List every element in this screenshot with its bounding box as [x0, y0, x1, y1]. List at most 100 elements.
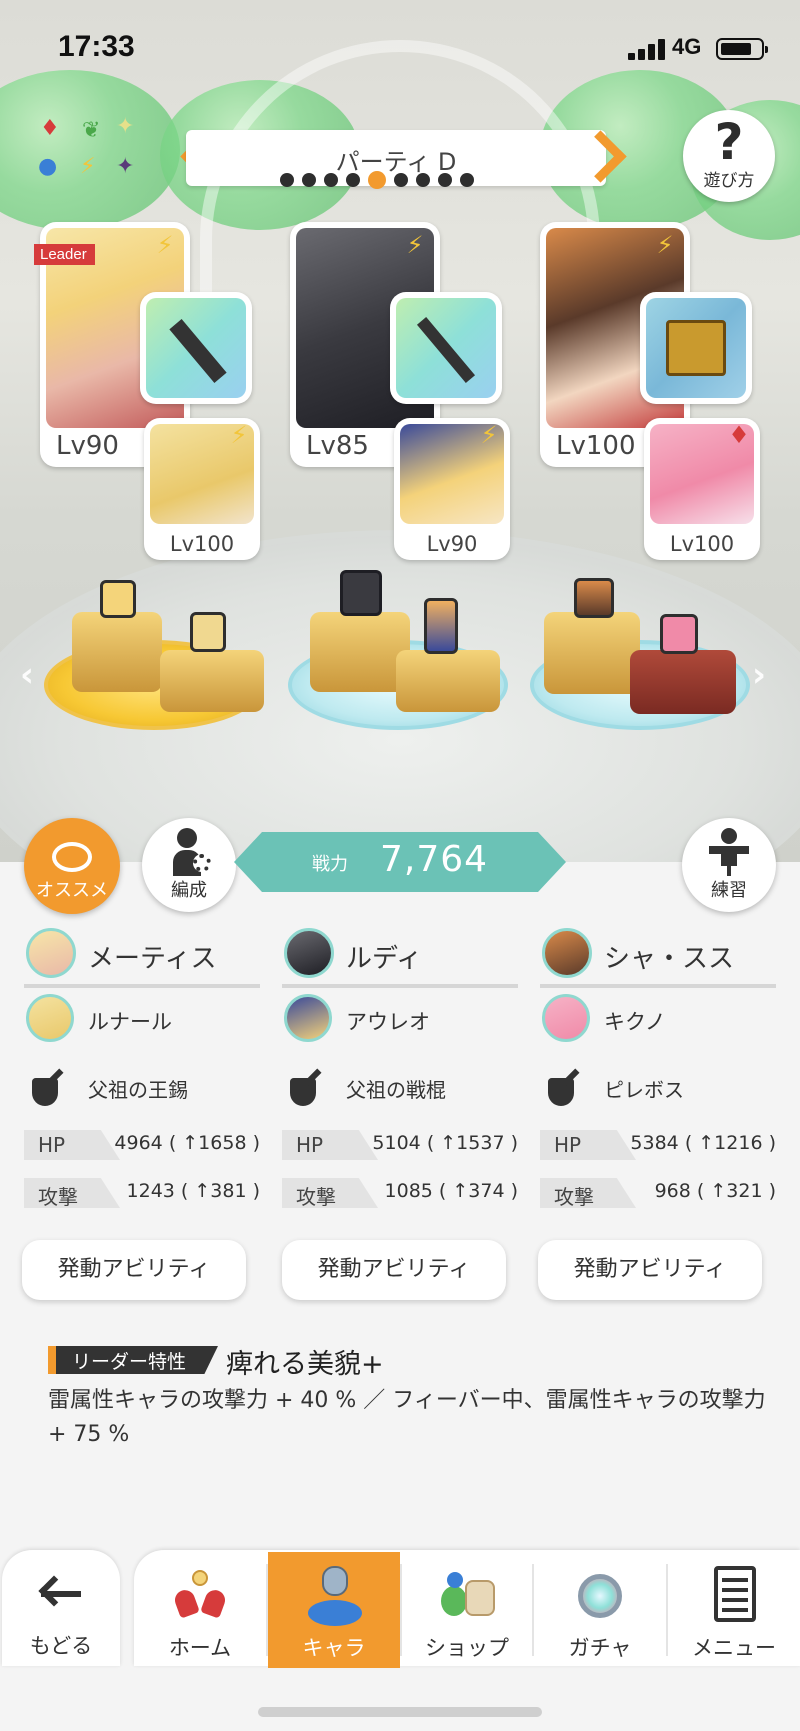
sub-character-portrait[interactable]: ⚡ Lv100	[144, 418, 260, 560]
sub-level: Lv100	[169, 532, 235, 556]
hp-label: HP	[554, 1133, 582, 1157]
divider	[24, 984, 260, 988]
nav-menu[interactable]: メニュー	[668, 1552, 800, 1668]
sub-character-row[interactable]: アウレオ	[282, 990, 518, 1056]
question-icon: ?	[714, 113, 744, 171]
sub-character-portrait[interactable]: ♦ Lv100	[644, 418, 760, 560]
dark-element-icon: ✦	[116, 154, 135, 179]
main-character-row[interactable]: ルディ	[282, 924, 518, 990]
status-time: 17:33	[58, 30, 135, 63]
sub-character-name: ルナール	[88, 1010, 172, 1034]
attack-stat: 攻撃 968 ( ↑321 )	[540, 1170, 776, 1218]
hp-stat: HP 4964 ( ↑1658 )	[24, 1122, 260, 1170]
nav-shop-label: ショップ	[425, 1636, 509, 1660]
page-dot[interactable]	[394, 173, 408, 187]
weapon-slot[interactable]	[140, 292, 252, 404]
attack-value: 1085 ( ↑374 )	[384, 1180, 518, 1202]
avatar	[26, 928, 76, 978]
weapon-name: ピレボス	[604, 1078, 684, 1102]
help-button[interactable]: ? 遊び方	[683, 110, 775, 202]
weapon-slot[interactable]	[640, 292, 752, 404]
avatar	[284, 928, 334, 978]
element-wheel[interactable]: ♦ ❦ ✦ ● ⚡ ✦	[38, 116, 142, 188]
help-label: 遊び方	[703, 171, 755, 191]
page-dot[interactable]	[302, 173, 316, 187]
leader-trait-description: 雷属性キャラの攻撃力 + 40 % ／ フィーバー中、雷属性キャラの攻撃力 + …	[48, 1388, 766, 1447]
lightning-icon: ⚡	[656, 231, 674, 259]
recommend-label: オススメ	[36, 880, 108, 901]
sprite-block	[160, 650, 264, 712]
nav-shop[interactable]: ショップ	[402, 1552, 532, 1668]
character-info-3: シャ・スス キクノ ピレボス HP 5384 ( ↑1216 ) 攻撃 968 …	[540, 924, 776, 1218]
sub-character-row[interactable]: キクノ	[540, 990, 776, 1056]
nav-menu-label: メニュー	[692, 1636, 776, 1660]
fire-element-icon: ♦	[728, 421, 750, 449]
menu-list-icon	[704, 1566, 764, 1630]
character-sprite	[574, 578, 614, 618]
nav-character[interactable]: キャラ	[268, 1552, 400, 1668]
hp-value: 4964 ( ↑1658 )	[114, 1132, 260, 1154]
lightning-icon: ⚡	[156, 231, 174, 259]
character-sprite	[424, 598, 458, 654]
avatar	[26, 994, 74, 1042]
main-character-row[interactable]: シャ・スス	[540, 924, 776, 990]
nav-home[interactable]: ホーム	[134, 1552, 266, 1668]
sprite-block	[396, 650, 500, 712]
weapon-icon	[288, 1066, 330, 1108]
avatar	[284, 994, 332, 1042]
main-level: Lv100	[556, 431, 636, 461]
sprite-block	[72, 612, 162, 692]
main-character-row[interactable]: メーティス	[24, 924, 260, 990]
battery-icon	[716, 38, 768, 60]
mace-icon	[396, 298, 496, 398]
back-button[interactable]: もどる	[2, 1550, 120, 1666]
main-level: Lv90	[56, 431, 119, 461]
page-dot-current[interactable]	[368, 171, 386, 189]
nav-gacha-label: ガチャ	[568, 1636, 632, 1660]
back-label: もどる	[29, 1634, 93, 1658]
recommend-button[interactable]: オススメ	[24, 818, 120, 914]
sub-character-row[interactable]: ルナール	[24, 990, 260, 1056]
weapon-row[interactable]: ピレボス	[540, 1056, 776, 1122]
scroll-left-arrow-icon[interactable]: ‹	[20, 655, 34, 695]
gacha-orb-icon	[570, 1566, 630, 1630]
character-icon	[304, 1566, 364, 1630]
home-indicator[interactable]	[258, 1707, 542, 1717]
sub-character-portrait[interactable]: ⚡ Lv90	[394, 418, 510, 560]
page-dot[interactable]	[416, 173, 430, 187]
weapon-row[interactable]: 父祖の戦棍	[282, 1056, 518, 1122]
scroll-right-arrow-icon[interactable]: ›	[752, 655, 766, 695]
page-dot[interactable]	[280, 173, 294, 187]
hp-label: HP	[38, 1133, 66, 1157]
formation-button[interactable]: 編成	[142, 818, 236, 912]
attack-value: 968 ( ↑321 )	[654, 1180, 776, 1202]
page-dot[interactable]	[346, 173, 360, 187]
ability-button-3[interactable]: 発動アビリティ	[538, 1240, 762, 1300]
attack-label: 攻撃	[554, 1185, 594, 1209]
page-dot[interactable]	[438, 173, 452, 187]
ability-button-1[interactable]: 発動アビリティ	[22, 1240, 246, 1300]
weapon-row[interactable]: 父祖の王錫	[24, 1056, 260, 1122]
lightning-icon: ⚡	[230, 421, 248, 449]
weapon-slot[interactable]	[390, 292, 502, 404]
roast-chicken-icon	[46, 836, 98, 880]
back-item: もどる	[2, 1550, 120, 1666]
lightning-icon: ⚡	[406, 231, 424, 259]
hp-label: HP	[296, 1133, 324, 1157]
next-party-button[interactable]	[584, 128, 618, 188]
avatar	[542, 994, 590, 1042]
sprite-block	[310, 612, 410, 692]
page-dot[interactable]	[460, 173, 474, 187]
hp-value: 5384 ( ↑1216 )	[630, 1132, 776, 1154]
character-sprite	[340, 570, 382, 616]
character-slot-1: Lv90 ⚡ ⚡ Lv100	[40, 222, 270, 572]
ability-button-2[interactable]: 発動アビリティ	[282, 1240, 506, 1300]
nav-gacha[interactable]: ガチャ	[534, 1552, 666, 1668]
signal-icon	[628, 38, 666, 60]
sprite-block	[544, 612, 640, 694]
main-nav-bar: ホーム キャラ ショップ ガチャ メニュー	[134, 1550, 800, 1668]
attack-value: 1243 ( ↑381 )	[126, 1180, 260, 1202]
practice-button[interactable]: 練習	[682, 818, 776, 912]
page-dot[interactable]	[324, 173, 338, 187]
leader-trait-name: 痺れる美貌+	[226, 1349, 384, 1380]
